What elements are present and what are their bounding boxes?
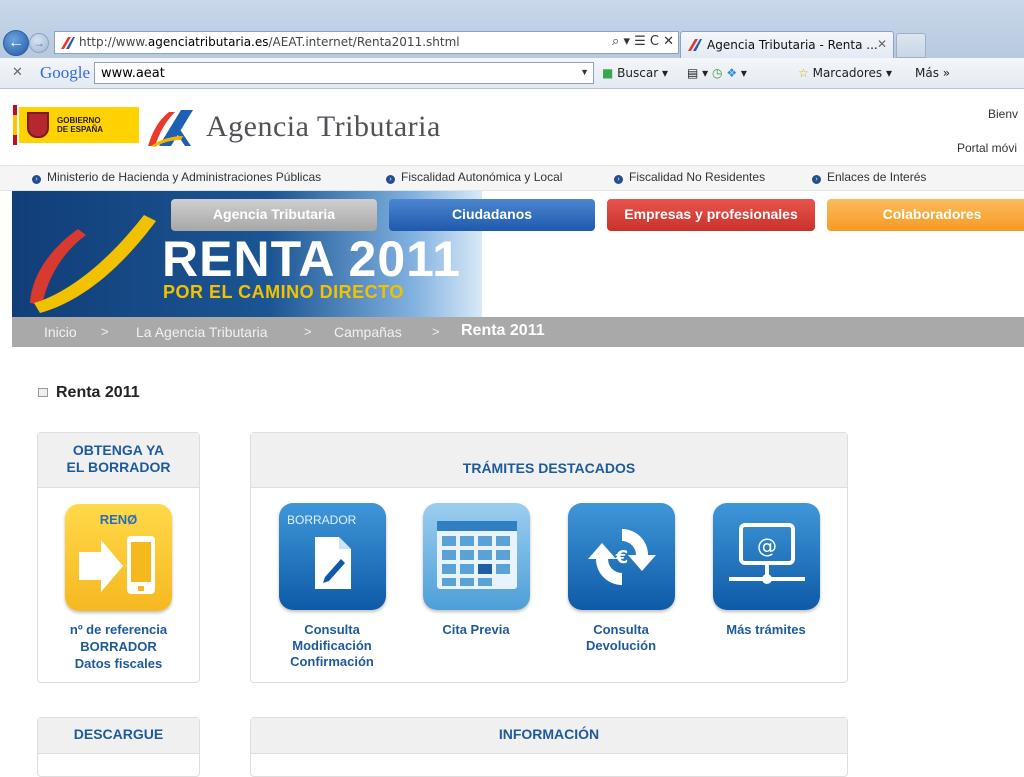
breadcrumb-separator: > xyxy=(432,324,440,339)
bullet-arrow-icon: › xyxy=(386,175,395,184)
document-pen-icon xyxy=(315,537,351,589)
mobile-portal-link[interactable]: Portal móvi xyxy=(957,141,1017,155)
google-logo: Google xyxy=(40,63,91,82)
address-bar[interactable]: http://www.agenciatributaria.es/AEAT.int… xyxy=(54,31,679,54)
google-color-icon: ■ xyxy=(602,66,614,80)
welcome-link[interactable]: Bienv xyxy=(988,107,1018,121)
tramite-label-mas-tramites[interactable]: Más trámites xyxy=(701,622,831,638)
borrador-line[interactable]: nº de referencia xyxy=(38,622,199,637)
agency-name[interactable]: Agencia Tributaria xyxy=(206,110,441,144)
new-tab-button[interactable] xyxy=(896,33,926,58)
chevron-down-icon[interactable]: ▼ xyxy=(580,67,589,77)
tramites-card-header: TRÁMITES DESTACADOS xyxy=(251,433,847,488)
tab-close-icon[interactable]: ✕ xyxy=(877,37,887,51)
coat-of-arms-icon xyxy=(27,112,49,138)
borrador-line[interactable]: Datos fiscales xyxy=(38,656,199,671)
descargue-card: DESCARGUE xyxy=(37,717,200,777)
devolucion-icon[interactable]: € xyxy=(568,503,675,610)
computer-at-icon: @ xyxy=(729,523,805,584)
tramite-label-consulta[interactable]: Consulta Modificación Confirmación xyxy=(267,622,397,670)
svg-text:@: @ xyxy=(757,534,777,558)
page-icon: ▤ xyxy=(687,66,699,80)
breadcrumb-agencia[interactable]: La Agencia Tributaria xyxy=(136,324,268,340)
breadcrumb-inicio[interactable]: Inicio xyxy=(44,324,77,340)
informacion-card: INFORMACIÓN xyxy=(250,717,848,777)
toolbar-icons[interactable]: ▤ ▾ ◷ ❖ ▾ xyxy=(687,66,747,80)
banner-subtitle: POR EL CAMINO DIRECTO xyxy=(163,282,404,302)
top-link-no-residentes[interactable]: › Fiscalidad No Residentes xyxy=(614,170,765,184)
address-tools[interactable]: ⌕ ▾ ☰ C ✕ xyxy=(612,34,674,49)
tab-ciudadanos[interactable]: Ciudadanos xyxy=(389,199,595,231)
aeat-favicon-icon xyxy=(61,37,75,49)
arrow-right-icon: → xyxy=(33,36,45,50)
euro-refresh-icon: € xyxy=(588,529,656,585)
card-title-line: EL BORRADOR xyxy=(66,459,171,475)
borrador-line[interactable]: BORRADOR xyxy=(38,639,199,654)
tramite-label-devolucion[interactable]: Consulta Devolución xyxy=(556,622,686,654)
renta-banner: Agencia Tributaria Ciudadanos Empresas y… xyxy=(12,191,1024,317)
puzzle-icon: ❖ xyxy=(726,66,738,80)
search-input-value: www.aeat xyxy=(101,66,165,81)
tab-agencia-tributaria[interactable]: Agencia Tributaria xyxy=(171,199,377,231)
breadcrumb-separator: > xyxy=(101,324,109,339)
informacion-card-header: INFORMACIÓN xyxy=(251,718,847,754)
bullet-arrow-icon: › xyxy=(32,175,41,184)
reno-label: RENØ xyxy=(99,512,138,527)
back-button[interactable]: ← xyxy=(3,30,29,56)
browser-tab-active[interactable]: Agencia Tributaria - Renta ... ✕ xyxy=(680,31,894,58)
spain-flag-strip xyxy=(13,105,17,145)
more-menu[interactable]: Más » xyxy=(915,66,950,80)
banner-title: RENTA 2011 xyxy=(162,231,462,287)
breadcrumb-campanas[interactable]: Campañas xyxy=(334,324,402,340)
url-text[interactable]: http://www.agenciatributaria.es/AEAT.int… xyxy=(79,35,460,49)
arrow-left-icon: ← xyxy=(8,34,24,51)
mas-tramites-icon[interactable]: @ xyxy=(713,503,820,610)
borrador-card-header: OBTENGA YA EL BORRADOR xyxy=(38,433,199,488)
borrador-card: OBTENGA YA EL BORRADOR RENØ nº de refere… xyxy=(37,432,200,683)
borrador-icon-label: BORRADOR xyxy=(287,513,357,527)
breadcrumb: Inicio > La Agencia Tributaria > Campaña… xyxy=(12,317,1024,347)
bullet-arrow-icon: › xyxy=(614,175,623,184)
breadcrumb-current: Renta 2011 xyxy=(461,322,545,339)
bullet-arrow-icon: › xyxy=(812,175,821,184)
top-links-bar: › Ministerio de Hacienda y Administracion… xyxy=(0,165,1024,191)
google-search-input[interactable]: www.aeat ▼ xyxy=(94,62,594,84)
forward-button[interactable]: → xyxy=(29,33,49,53)
breadcrumb-separator: > xyxy=(304,324,312,339)
borrador-tramite-icon[interactable]: BORRADOR xyxy=(279,503,386,610)
star-icon: ☆ xyxy=(798,66,809,80)
google-toolbar: ✕ Google www.aeat ▼ ■ Buscar ▾ ▤ ▾ ◷ ❖ ▾… xyxy=(0,58,1024,89)
tab-empresas-profesionales[interactable]: Empresas y profesionales xyxy=(607,199,815,231)
descargue-card-header: DESCARGUE xyxy=(38,718,199,754)
top-link-enlaces[interactable]: › Enlaces de Interés xyxy=(812,170,926,184)
gov-text-line2: DE ESPAÑA xyxy=(57,125,104,134)
search-button[interactable]: ■ Buscar ▾ xyxy=(602,66,668,80)
page-title: Renta 2011 xyxy=(56,384,140,401)
gov-text-line1: GOBIERNO xyxy=(57,116,101,125)
top-link-ministerio[interactable]: › Ministerio de Hacienda y Administracion… xyxy=(32,170,321,184)
top-link-fiscalidad-autonomica[interactable]: › Fiscalidad Autonómica y Local xyxy=(386,170,562,184)
cita-previa-icon[interactable] xyxy=(423,503,530,610)
tramite-label-cita-previa[interactable]: Cita Previa xyxy=(411,622,541,638)
card-title-line: OBTENGA YA xyxy=(72,442,165,458)
aeat-favicon-icon xyxy=(688,39,702,51)
square-bullet-icon xyxy=(38,388,48,397)
bookmarks-menu[interactable]: ☆ Marcadores ▾ xyxy=(798,66,892,80)
tab-title: Agencia Tributaria - Renta ... xyxy=(707,38,878,52)
reno-app-icon[interactable]: RENØ xyxy=(65,504,172,611)
banner-logo-icon xyxy=(30,215,156,313)
svg-text:€: € xyxy=(615,547,629,568)
clock-icon: ◷ xyxy=(712,66,723,80)
arrow-to-phone-icon xyxy=(79,536,155,594)
gobierno-logo[interactable]: GOBIERNO DE ESPAÑA xyxy=(19,107,139,143)
agencia-tributaria-logo-icon[interactable] xyxy=(145,106,201,148)
toolbar-close-icon[interactable]: ✕ xyxy=(12,64,23,80)
tramites-card: TRÁMITES DESTACADOS BORRADOR Consulta Mo… xyxy=(250,432,848,683)
tab-colaboradores[interactable]: Colaboradores xyxy=(827,199,1024,231)
calendar-icon xyxy=(437,521,517,589)
